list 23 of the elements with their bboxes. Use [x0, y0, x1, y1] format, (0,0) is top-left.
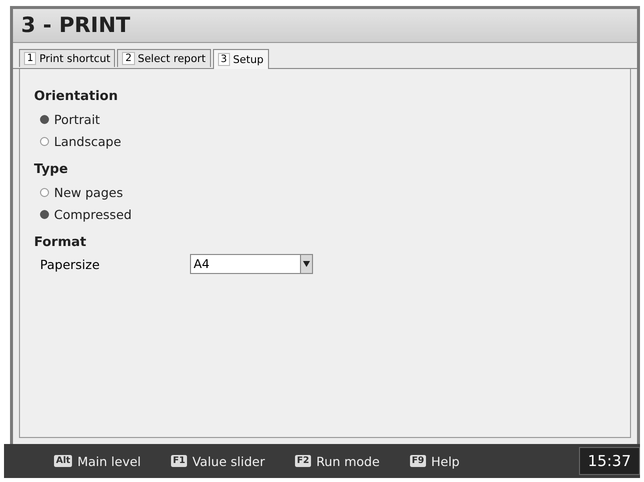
- tab[interactable]: 1 Print shortcut: [19, 49, 116, 67]
- field-label: Papersize: [40, 256, 100, 272]
- key-badge: Alt: [54, 455, 72, 467]
- hint-label: Help: [431, 454, 460, 468]
- tab[interactable]: 3 Setup: [212, 49, 269, 69]
- radio-option[interactable]: Compressed: [40, 203, 616, 225]
- clock: 15:37: [578, 447, 640, 475]
- radio-option[interactable]: New pages: [40, 181, 616, 203]
- caret-icon: [302, 261, 310, 267]
- section-heading: Format: [34, 235, 88, 250]
- key-badge: F9: [410, 455, 426, 467]
- radio-option[interactable]: Portrait: [40, 108, 616, 130]
- key-badge: F1: [170, 455, 188, 467]
- hint-label: Main level: [77, 454, 141, 468]
- section-heading: Orientation: [34, 89, 119, 104]
- key-badge: F2: [294, 455, 312, 467]
- hint-label: Run mode: [316, 454, 380, 468]
- section-heading: Type: [34, 162, 69, 177]
- tab[interactable]: 2 Select report: [117, 49, 211, 67]
- papersize-dropdown[interactable]: A4: [190, 254, 313, 274]
- window-title: 3 - PRINT: [13, 9, 637, 43]
- hint-label: Value slider: [192, 454, 265, 468]
- radio-option[interactable]: Landscape: [40, 130, 616, 152]
